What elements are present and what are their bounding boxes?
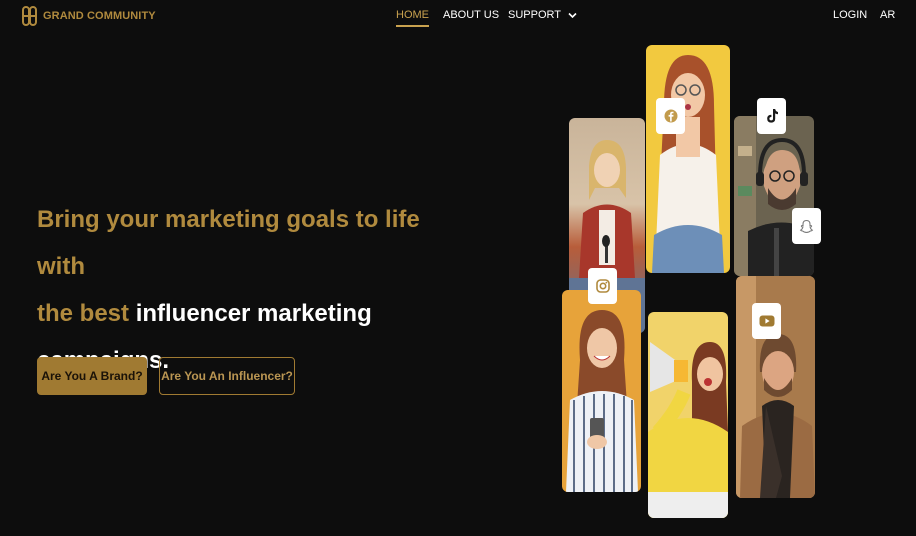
tiktok-icon — [766, 109, 778, 123]
nav-support-label: SUPPORT — [508, 9, 561, 21]
snapchat-icon — [799, 219, 814, 233]
language-switch[interactable]: AR — [880, 9, 895, 21]
are-you-an-influencer-button[interactable]: Are You An Influencer? — [159, 357, 295, 395]
chevron-down-icon — [568, 12, 577, 18]
facebook-icon — [664, 109, 677, 123]
are-you-a-brand-button[interactable]: Are You A Brand? — [37, 357, 147, 395]
nav-home[interactable]: HOME — [396, 9, 429, 27]
hero-headline: Bring your marketing goals to life with … — [37, 196, 457, 384]
top-navbar: GRAND COMMUNITY HOME ABOUT US SUPPORT LO… — [0, 0, 916, 32]
nav-about-us[interactable]: ABOUT US — [443, 9, 499, 21]
youtube-badge[interactable] — [752, 303, 781, 339]
hero-line-2: the best influencer marketing — [37, 290, 457, 337]
influencer-illustration-2 — [652, 55, 724, 273]
influencer-illustration-3 — [734, 116, 814, 276]
snapchat-badge[interactable] — [792, 208, 821, 244]
tiktok-badge[interactable] — [757, 98, 786, 134]
logo-mark-icon — [22, 6, 37, 26]
influencer-photo-5 — [648, 312, 728, 518]
facebook-badge[interactable] — [656, 98, 685, 134]
influencer-photo-4 — [562, 290, 641, 492]
influencer-illustration-5 — [648, 342, 728, 518]
hero-line-2-gold: the best — [37, 300, 130, 327]
influencer-photo-3 — [734, 116, 814, 276]
login-link[interactable]: LOGIN — [833, 9, 867, 21]
instagram-icon — [595, 279, 610, 293]
brand-logo[interactable]: GRAND COMMUNITY — [22, 6, 156, 26]
youtube-icon — [759, 315, 774, 327]
hero-line-2-white: influencer marketing — [135, 300, 372, 327]
instagram-badge[interactable] — [588, 268, 617, 304]
nav-support[interactable]: SUPPORT — [508, 9, 577, 21]
hero-line-1: Bring your marketing goals to life with — [37, 206, 420, 280]
influencer-photo-2 — [646, 45, 730, 273]
brand-name: GRAND COMMUNITY — [43, 10, 156, 22]
influencer-illustration-4 — [566, 310, 638, 492]
